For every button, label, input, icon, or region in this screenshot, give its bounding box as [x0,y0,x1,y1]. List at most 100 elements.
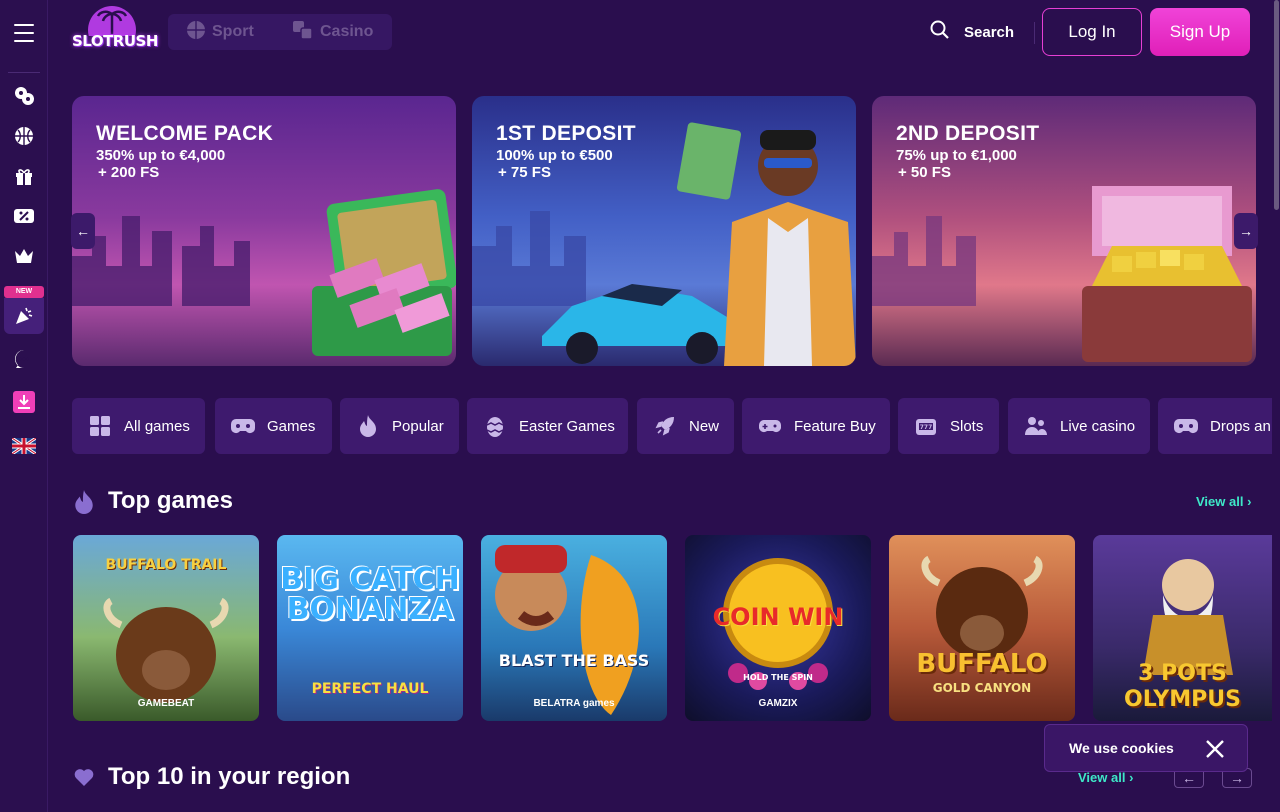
heart-icon [74,768,94,791]
login-button[interactable]: Log In [1042,8,1142,56]
banner-prev-button[interactable]: ← [71,213,95,249]
dice-icon [292,20,314,45]
scrollbar-thumb[interactable] [1274,0,1279,210]
game-subtitle: HOLD THE SPIN [743,673,813,682]
banner-offer: 100% up to €500 [496,147,613,164]
game-tile[interactable]: COIN WIN HOLD THE SPIN GAMZIX [685,535,871,721]
gift-icon[interactable] [12,164,36,188]
casino-chips-icon[interactable] [12,84,36,108]
character-image [676,122,856,366]
percent-ticket-icon[interactable] [12,204,36,228]
close-icon[interactable] [1203,737,1227,761]
fire-icon [356,414,380,438]
banner-free-spins: + 50 FS [898,164,951,181]
tab-games[interactable]: Games [215,398,332,454]
buffalo-image [921,555,1043,659]
arrow-left-icon: ← [76,223,90,239]
banner-title: 1ST DEPOSIT [496,122,636,145]
game-provider: BELATRA games [533,698,615,709]
tab-label: Feature Buy [794,417,876,435]
tab-new[interactable]: New [637,398,734,454]
gamepad-icon [231,414,255,438]
banner-free-spins: + 200 FS [98,164,160,181]
signup-button[interactable]: Sign Up [1150,8,1250,56]
mode-switch: Sport Casino [168,14,392,50]
rocket-icon [653,414,677,438]
gamepad-icon [1174,414,1198,438]
sidebar-divider [8,72,40,73]
game-subtitle: PERFECT HAUL [311,681,429,697]
game-title: BUFFALO [916,649,1048,679]
tab-sport-label: Sport [212,23,254,40]
new-badge: NEW [4,286,44,298]
tab-label: Slots [950,417,984,435]
tab-feature-buy[interactable]: Feature Buy [742,398,890,454]
game-title: COIN WIN [712,603,844,631]
banner-title: 2ND DEPOSIT [896,122,1040,145]
treasure-chest-image [1082,186,1252,362]
game-provider: GAMEBEAT [137,698,195,709]
slot-777-icon: 777 [914,414,938,438]
cookie-banner: We use cookies [1044,724,1248,772]
cookie-text: We use cookies [1069,740,1174,756]
promo-banner-welcome[interactable]: WELCOME PACK 350% up to €4,000 + 200 FS [72,96,456,366]
svg-text:777: 777 [920,424,933,431]
promo-banner-second-deposit[interactable]: 2ND DEPOSIT 75% up to €1,000 + 50 FS [872,96,1256,366]
tab-label: Popular [392,417,444,435]
game-subtitle: GOLD CANYON [932,681,1032,695]
joystick-icon [758,414,782,438]
fisherman-fish-image [495,545,639,715]
promo-banner-first-deposit[interactable]: 1ST DEPOSIT 100% up to €500 + 75 FS [472,96,856,366]
game-tile[interactable]: BUFFALO TRAIL GAMEBEAT [73,535,259,721]
crown-icon[interactable] [12,244,36,268]
search-button[interactable]: Search [930,20,1014,44]
game-tile[interactable]: BLAST THE BASS BELATRA games [481,535,667,721]
tab-label: Easter Games [519,417,615,435]
tab-casino[interactable]: Casino [292,14,373,50]
section-title-top-games: Top games [108,487,233,514]
banner-title: WELCOME PACK [96,122,274,145]
view-all-label: View all [1196,494,1244,509]
tab-slots[interactable]: 777 Slots [898,398,999,454]
game-title: BLAST THE BASS [498,651,650,670]
tab-label: All games [124,417,190,435]
uk-flag-icon[interactable] [12,434,36,458]
download-icon[interactable] [12,390,36,414]
banner-offer: 350% up to €4,000 [96,147,226,164]
tab-label: Drops an [1210,417,1271,435]
section-title-top-10: Top 10 in your region [108,763,351,790]
game-title: BIG CATCH BONANZA [280,562,460,627]
view-all-top-10-link[interactable]: View all › [1078,770,1133,785]
chevron-right-icon: › [1129,770,1134,785]
logo[interactable]: SLOTRUSH [72,6,158,58]
zeus-image [1143,559,1233,675]
view-all-label: View all [1078,770,1126,785]
money-case-image [312,189,456,356]
banner-next-button[interactable]: → [1234,213,1258,249]
basketball-icon[interactable] [12,124,36,148]
tab-all-games[interactable]: All games [72,398,205,454]
tab-live-casino[interactable]: Live casino [1008,398,1150,454]
fire-icon [74,490,94,519]
game-tile[interactable]: BIG CATCH BONANZA PERFECT HAUL [277,535,463,721]
banner-offer: 75% up to €1,000 [896,147,1017,164]
game-tile[interactable]: BUFFALO GOLD CANYON [889,535,1075,721]
party-popper-icon[interactable] [12,304,36,328]
tab-casino-label: Casino [320,23,374,40]
menu-icon[interactable] [14,24,34,48]
game-title: 3 POTS OLYMPUS [1124,661,1241,712]
tab-drops-and-wins[interactable]: Drops an [1158,398,1272,454]
game-tile[interactable]: 3 POTS OLYMPUS [1093,535,1272,721]
view-all-top-games-link[interactable]: View all › [1196,494,1251,509]
search-icon [930,20,950,44]
sidebar: NEW [0,0,48,812]
arrow-left-icon: ← [1182,770,1196,786]
tab-popular[interactable]: Popular [340,398,459,454]
arrow-right-icon: → [1230,770,1244,786]
chat-icon[interactable] [12,347,36,371]
tab-sport[interactable]: Sport [186,14,254,50]
arrow-right-icon: → [1239,223,1253,239]
easter-egg-icon [483,414,507,438]
tab-easter-games[interactable]: Easter Games [467,398,628,454]
people-icon [1024,414,1048,438]
